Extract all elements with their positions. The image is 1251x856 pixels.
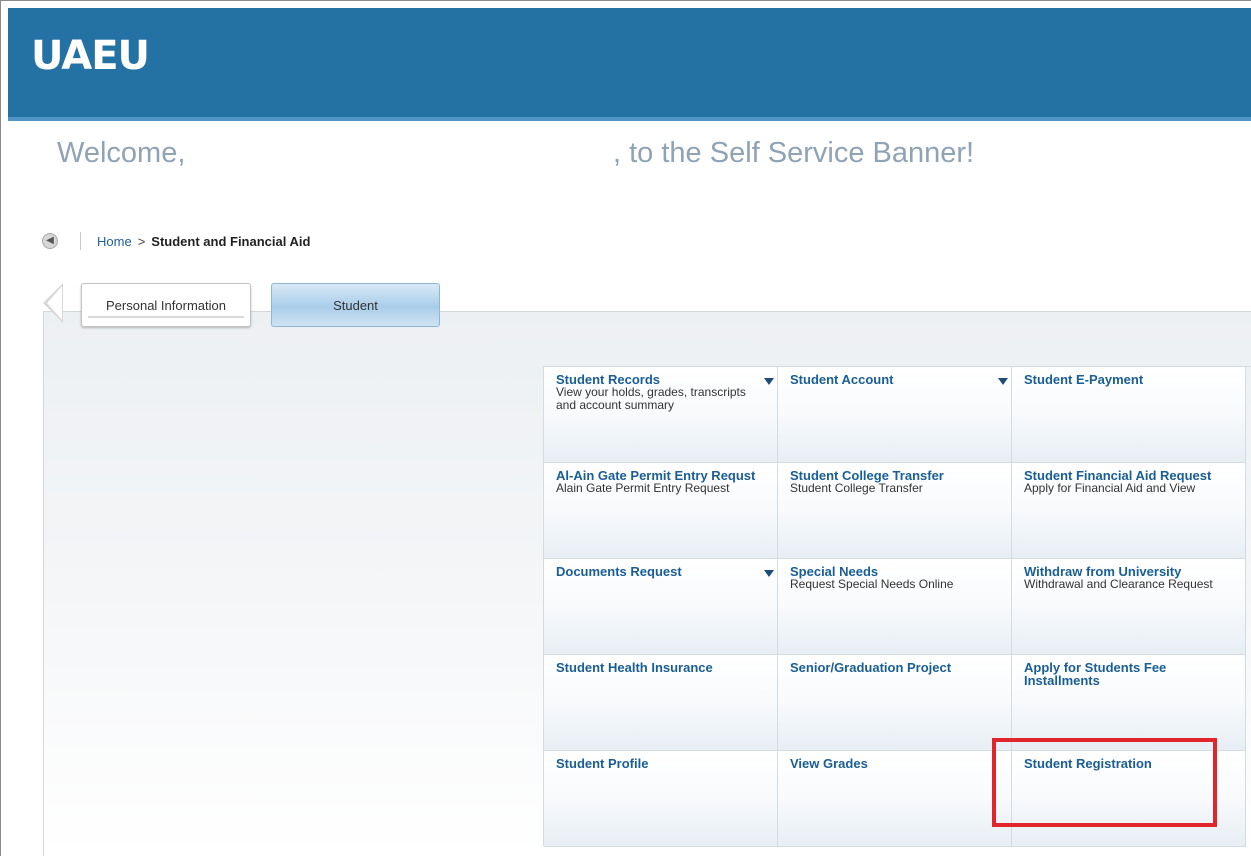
tile-description: Request Special Needs Online [790, 577, 954, 591]
tile-title[interactable]: Student E-Payment [1024, 373, 1233, 386]
tile-title[interactable]: Student Health Insurance [556, 661, 765, 674]
tile-view-grades[interactable]: View Grades [778, 751, 1012, 847]
tile-description: Alain Gate Permit Entry Request [556, 481, 730, 495]
tile-description: Apply for Financial Aid and View [1024, 481, 1196, 495]
tile-title[interactable]: View Grades [790, 757, 999, 770]
tile-health-insurance[interactable]: Student Health Insurance [544, 655, 778, 751]
dropdown-caret-icon[interactable] [998, 378, 1008, 385]
tab-student[interactable]: Student [271, 283, 440, 327]
breadcrumb-home-link[interactable]: Home [97, 234, 132, 249]
tile-student-account[interactable]: Student Account [778, 367, 1012, 463]
tile-student-profile[interactable]: Student Profile [544, 751, 778, 847]
back-arrow-icon[interactable]: ◀ [42, 233, 58, 249]
dropdown-caret-icon[interactable] [764, 378, 774, 385]
breadcrumb-separator: > [137, 234, 146, 249]
tile-title[interactable]: Documents Request [556, 565, 765, 578]
welcome-suffix: , to the Self Service Banner! [613, 137, 975, 169]
tile-title[interactable]: Student Profile [556, 757, 765, 770]
tile-fee-installments[interactable]: Apply for Students Fee Installments [1012, 655, 1246, 751]
tab-personal-information[interactable]: Personal Information [81, 283, 251, 327]
tile-description: Withdrawal and Clearance Request [1024, 577, 1213, 591]
tile-title[interactable]: Student Account [790, 373, 999, 386]
tab-scroll-left-inner [47, 286, 62, 320]
tile-special-needs[interactable]: Special Needs Request Special Needs Onli… [778, 559, 1012, 655]
tile-student-e-payment[interactable]: Student E-Payment [1012, 367, 1246, 463]
tile-description: Student College Transfer [790, 481, 923, 495]
tile-student-records[interactable]: Student Records View your holds, grades,… [544, 367, 778, 463]
tile-title[interactable]: Senior/Graduation Project [790, 661, 999, 674]
tile-college-transfer[interactable]: Student College Transfer Student College… [778, 463, 1012, 559]
welcome-greeting: Welcome, [57, 137, 186, 169]
tile-description: View your holds, grades, transcripts and… [556, 385, 746, 412]
breadcrumb-divider [80, 232, 81, 250]
breadcrumb-current: Student and Financial Aid [151, 234, 311, 249]
tile-gate-permit[interactable]: Al-Ain Gate Permit Entry Requst Alain Ga… [544, 463, 778, 559]
tile-title[interactable]: Apply for Students Fee Installments [1024, 661, 1233, 687]
tile-withdraw-university[interactable]: Withdraw from University Withdrawal and … [1012, 559, 1246, 655]
site-header: UAEU [8, 8, 1251, 121]
highlight-box [992, 738, 1217, 827]
uaeu-logo[interactable]: UAEU [31, 32, 150, 80]
breadcrumb: Home > Student and Financial Aid [97, 234, 310, 250]
tile-graduation-project[interactable]: Senior/Graduation Project [778, 655, 1012, 751]
dropdown-caret-icon[interactable] [764, 570, 774, 577]
tile-documents-request[interactable]: Documents Request [544, 559, 778, 655]
tile-financial-aid-request[interactable]: Student Financial Aid Request Apply for … [1012, 463, 1246, 559]
